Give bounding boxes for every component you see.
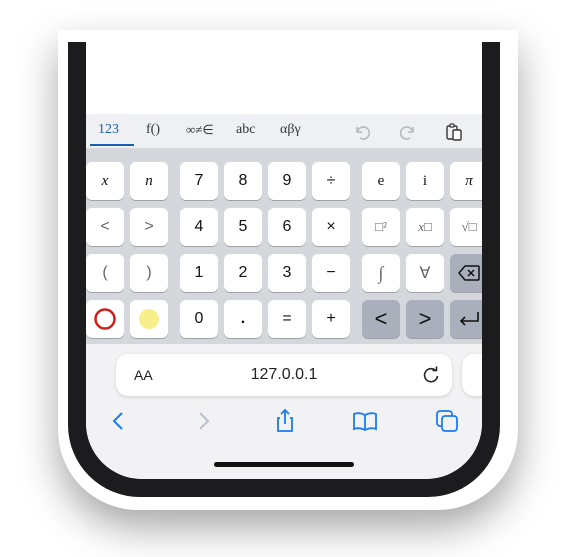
key-e[interactable]: e — [362, 162, 400, 200]
key-equals[interactable]: = — [268, 300, 306, 338]
address-bar[interactable]: AA 127.0.0.1 — [116, 354, 452, 396]
tab-functions[interactable]: f() — [146, 122, 160, 138]
forward-icon[interactable] — [190, 408, 216, 434]
tab-symbols[interactable]: ∞≠∈ — [186, 122, 214, 138]
key-greater-than[interactable]: > — [130, 208, 168, 246]
key-divide[interactable]: ÷ — [312, 162, 350, 200]
red-circle-key[interactable] — [86, 300, 124, 338]
key-minus[interactable]: − — [312, 254, 350, 292]
phone-screen: 123 f() ∞≠∈ abc αβγ x n 7 8 9 ÷ e i π < … — [86, 42, 482, 479]
key-i[interactable]: i — [406, 162, 444, 200]
yellow-circle-key[interactable] — [130, 300, 168, 338]
key-1[interactable]: 1 — [180, 254, 218, 292]
key-n[interactable]: n — [130, 162, 168, 200]
key-9[interactable]: 9 — [268, 162, 306, 200]
key-for-all[interactable]: ∀ — [406, 254, 444, 292]
red-circle-icon — [94, 308, 116, 330]
key-decimal[interactable]: . — [224, 300, 262, 338]
undo-icon[interactable] — [352, 122, 372, 142]
key-less-than[interactable]: < — [86, 208, 124, 246]
math-keyboard: 123 f() ∞≠∈ abc αβγ x n 7 8 9 ÷ e i π < … — [86, 114, 482, 344]
key-5[interactable]: 5 — [224, 208, 262, 246]
phone-frame: 123 f() ∞≠∈ abc αβγ x n 7 8 9 ÷ e i π < … — [68, 42, 500, 497]
key-3[interactable]: 3 — [268, 254, 306, 292]
key-7[interactable]: 7 — [180, 162, 218, 200]
safari-bottom-bar: AA 127.0.0.1 — [86, 344, 482, 479]
next-tab-pill[interactable] — [462, 354, 482, 396]
cursor-left-key[interactable]: < — [362, 300, 400, 338]
tab-greek[interactable]: αβγ — [280, 122, 301, 138]
redo-icon[interactable] — [398, 122, 418, 142]
key-4[interactable]: 4 — [180, 208, 218, 246]
return-icon — [459, 312, 479, 326]
key-multiply[interactable]: × — [312, 208, 350, 246]
key-pi[interactable]: π — [450, 162, 482, 200]
key-sqrt[interactable]: √□ — [450, 208, 482, 246]
active-tab-indicator — [90, 144, 134, 146]
key-square[interactable]: □² — [362, 208, 400, 246]
key-open-paren[interactable]: ( — [86, 254, 124, 292]
paste-icon[interactable] — [444, 122, 464, 142]
key-integral[interactable]: ∫ — [362, 254, 400, 292]
yellow-circle-icon — [139, 309, 159, 329]
key-plus[interactable]: + — [312, 300, 350, 338]
key-close-paren[interactable]: ) — [130, 254, 168, 292]
url-text: 127.0.0.1 — [250, 366, 318, 383]
share-icon[interactable] — [272, 408, 298, 434]
keyboard-toolbar: 123 f() ∞≠∈ abc αβγ — [86, 114, 482, 148]
backspace-key[interactable] — [450, 254, 482, 292]
key-8[interactable]: 8 — [224, 162, 262, 200]
cursor-right-key[interactable]: > — [406, 300, 444, 338]
key-2[interactable]: 2 — [224, 254, 262, 292]
tabs-icon[interactable] — [434, 408, 460, 434]
reload-icon[interactable] — [420, 364, 442, 386]
key-0[interactable]: 0 — [180, 300, 218, 338]
key-power[interactable]: x□ — [406, 208, 444, 246]
bookmarks-icon[interactable] — [352, 408, 378, 434]
backspace-icon — [458, 265, 480, 281]
key-x[interactable]: x — [86, 162, 124, 200]
tab-letters[interactable]: abc — [236, 122, 255, 138]
back-icon[interactable] — [106, 408, 132, 434]
key-6[interactable]: 6 — [268, 208, 306, 246]
tab-numeric[interactable]: 123 — [98, 122, 119, 138]
home-indicator — [214, 462, 354, 467]
return-key[interactable] — [450, 300, 482, 338]
